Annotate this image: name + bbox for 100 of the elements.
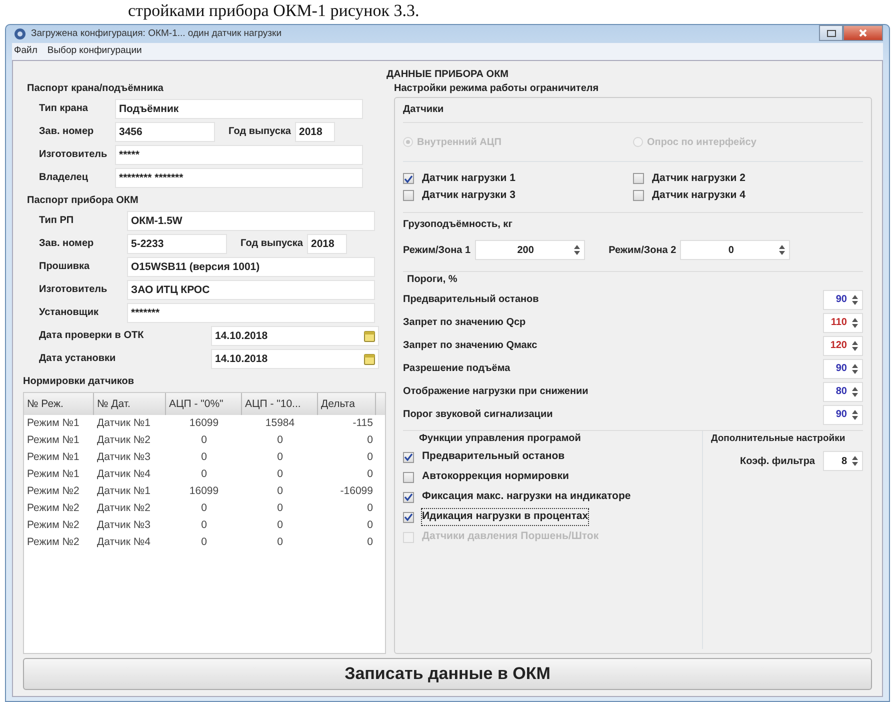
calendar-icon[interactable] [364, 330, 375, 342]
table-cell-text: Датчик №2 [96, 501, 152, 516]
field-label: Год выпуска [228, 125, 291, 139]
text-field[interactable]: О15WSB11 (версия 1001) [127, 256, 375, 276]
table-cell-text: Режим №2 [26, 518, 80, 533]
checkbox[interactable] [633, 190, 644, 201]
spin-field[interactable]: 0 [680, 240, 790, 260]
checkbox-label: Датчики давления Поршень/Шток [422, 529, 599, 544]
checkbox[interactable] [403, 512, 414, 522]
checkbox-label: Датчик нагрузки 1 [422, 170, 516, 186]
text-field[interactable]: 5-2233 [127, 234, 227, 254]
spin-field[interactable]: 200 [474, 240, 585, 260]
column-header[interactable]: АЦП - "0%" [166, 393, 242, 415]
check-icon [404, 453, 413, 461]
column-header[interactable]: Дельта [318, 393, 376, 415]
checkbox-label: Датчик нагрузки 3 [422, 188, 516, 203]
group-title: Дополнительные настройки [711, 432, 846, 446]
field-label: Запрет по значению Qср [403, 316, 526, 330]
field-label: Зав. номер [39, 125, 95, 139]
text-field[interactable]: 2018 [295, 122, 335, 142]
table-cell-text: 0 [276, 450, 284, 465]
check-icon [404, 513, 413, 521]
spinner-icon[interactable] [851, 455, 859, 467]
restore-icon [826, 30, 836, 36]
table-cell-text: 0 [366, 433, 374, 448]
spin-field[interactable]: 80 [823, 382, 863, 402]
table-cell-text: 16099 [188, 416, 220, 431]
table-cell-text: Режим №2 [26, 484, 80, 499]
field-label: Разрешение подъёма [403, 362, 510, 376]
checkbox[interactable] [403, 452, 414, 462]
table-cell-text: Датчик №1 [96, 484, 152, 499]
field-label: Запрет по значению Qмакс [403, 339, 538, 353]
table-cell-text: 0 [366, 467, 374, 482]
checkbox[interactable] [403, 492, 414, 502]
text-field[interactable]: 3456 [115, 122, 215, 142]
column-header[interactable]: АЦП - "10... [242, 393, 318, 415]
table-cell-text: Датчик №2 [96, 433, 152, 448]
column-header[interactable]: № Реж. [24, 393, 94, 415]
field-label: Тип РП [39, 214, 75, 228]
text-field[interactable]: ***** [115, 144, 363, 164]
text-field[interactable]: 2018 [307, 234, 347, 254]
text-field[interactable]: ЗАО ИТЦ КРОС [127, 280, 375, 300]
field-label: Изготовитель [39, 283, 108, 297]
text-field[interactable]: Подъёмник [115, 98, 363, 118]
table-cell-text: 0 [200, 450, 208, 465]
field-label: Изготовитель [39, 148, 108, 162]
table-cell-text: 0 [276, 433, 284, 448]
group-title: Датчики [403, 103, 445, 117]
document-caption: стройками прибора ОКМ-1 рисунок 3.3. [127, 0, 420, 22]
spinner-icon[interactable] [572, 244, 581, 256]
spin-field[interactable]: 90 [823, 290, 863, 310]
table-cell-text: 0 [200, 518, 208, 533]
field-label: Зав. номер [39, 237, 95, 251]
table-cell-text: Режим №1 [26, 467, 80, 482]
checkbox-label: Датчик нагрузки 2 [652, 170, 746, 186]
group-title: Нормировки датчиков [23, 375, 136, 389]
table-cell-text: Режим №2 [26, 535, 80, 550]
date-field[interactable]: 14.10.2018 [211, 348, 379, 368]
spin-field[interactable]: 8 [823, 451, 863, 471]
group-title: Паспорт прибора ОКМ [26, 194, 140, 208]
restore-button[interactable] [819, 25, 843, 41]
checkbox-label: Предварительный останов [422, 449, 565, 464]
calendar-icon[interactable] [364, 352, 375, 364]
spinner-icon[interactable] [851, 362, 859, 374]
spinner-icon[interactable] [851, 408, 859, 420]
field-label: Режим/Зона 2 [608, 244, 676, 258]
spin-field[interactable]: 90 [823, 404, 863, 424]
checkbox[interactable] [403, 472, 414, 482]
spinner-icon[interactable] [851, 294, 859, 306]
menu-item[interactable]: Файл [14, 44, 38, 59]
spinner-icon[interactable] [851, 316, 859, 328]
spinner-icon[interactable] [851, 386, 859, 398]
checkbox[interactable] [633, 173, 644, 184]
column-header[interactable]: № Дат. [94, 393, 166, 415]
date-field[interactable]: 14.10.2018 [211, 326, 379, 346]
field-label: Режим/Зона 1 [403, 244, 471, 258]
spinner-icon[interactable] [778, 244, 786, 256]
write-button[interactable]: Записать данные в ОКМ [23, 658, 872, 690]
spinner-icon[interactable] [851, 340, 859, 352]
text-field[interactable]: ******** ******* [115, 168, 363, 188]
checkbox[interactable] [403, 173, 414, 184]
field-label: Коэф. фильтра [740, 454, 815, 468]
spin-field[interactable]: 120 [823, 336, 863, 356]
radio-label: Опрос по интерфейсу [647, 136, 756, 150]
menu-item[interactable]: Выбор конфигурации [47, 44, 142, 59]
field-label: Установщик [39, 306, 100, 320]
spin-field[interactable]: 110 [823, 312, 863, 332]
group-title: Пороги, % [406, 273, 458, 287]
table-cell-text: Датчик №4 [96, 535, 152, 550]
table-cell-text: 0 [276, 535, 284, 550]
text-field[interactable]: ОКМ-1.5W [127, 210, 375, 230]
table-cell-text: 0 [366, 535, 374, 550]
checkbox[interactable] [403, 190, 414, 201]
field-label: Отображение нагрузки при снижении [403, 385, 588, 399]
group-title: Настройки режима работы ограничителя [394, 82, 600, 96]
table-cell-text: 0 [276, 467, 284, 482]
table-cell-text: Режим №2 [26, 501, 80, 516]
text-field[interactable]: ******* [127, 302, 375, 322]
spin-field[interactable]: 90 [823, 358, 863, 378]
close-button[interactable] [843, 25, 883, 41]
